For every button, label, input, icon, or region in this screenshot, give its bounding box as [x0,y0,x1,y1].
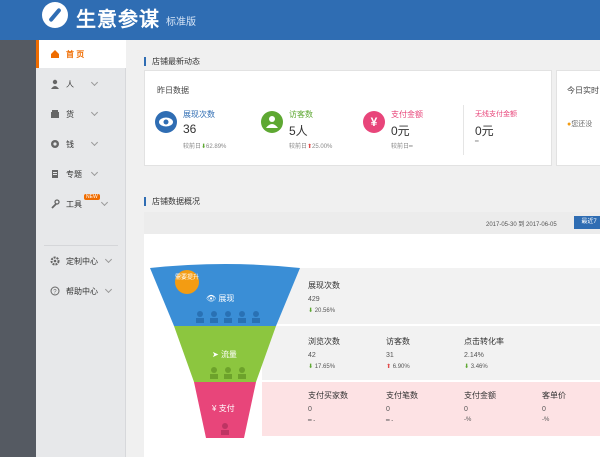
app-title: 生意参谋 [76,9,160,31]
chevron-down-icon [90,138,99,147]
help-icon: ? [50,286,60,296]
sidebar-item-label: 帮助中心 [66,286,98,296]
recent-days-button[interactable]: 最近7 [574,216,600,229]
chevron-down-icon [90,108,99,117]
sidebar-item-label: 货 [66,109,74,119]
metric-payment-orders: 支付笔数 0 ━ - [386,391,418,424]
box-icon [50,109,60,119]
person-icon [261,111,283,133]
stat-value: 0元 [475,124,494,138]
stat-compare: 较前日━ [391,144,413,150]
sidebar-item-goods[interactable]: 货 [36,100,126,128]
stat-label: 支付金额 [391,110,423,119]
sidebar-item-home[interactable]: 首 页 [36,40,126,68]
stat-compare: 较前日⬇62.89% [183,144,227,150]
band-payment: 支付买家数 0 ━ - 支付笔数 0 ━ - 支付金额 0 -% 客单价 0 -… [262,382,600,436]
sidebar-item-topics[interactable]: 专题 [36,160,126,188]
stat-divider [463,105,464,155]
band-traffic: 浏览次数 42 ⬇ 17.65% 访客数 31 ⬆ 6.90% 点击转化率 2.… [262,326,600,380]
funnel-label-traffic: ➤ 流量 [212,350,237,359]
yesterday-card: 昨日数据 展现次数 36 较前日⬇62.89% 访客数 5人 较前日⬆25.00… [144,70,552,166]
left-rail [0,40,36,457]
sidebar-item-tools[interactable]: 工具 NEW [36,190,126,218]
wrench-icon [50,199,60,209]
gear-icon [50,256,60,266]
new-badge: NEW [84,194,100,200]
metric-impressions: 展现次数 429 ⬇ 20.56% [308,281,340,314]
stat-compare: ━ [475,139,479,145]
sidebar-item-money[interactable]: 钱 [36,130,126,158]
app-edition: 标准版 [166,17,196,28]
funnel-label-payment: ¥ 支付 [212,404,235,413]
sidebar: 首 页 人 货 钱 专题 工具 NEW 定制中心 ? 帮助中心 [36,40,126,457]
stat-compare: 较前日⬆25.00% [289,144,333,150]
eye-icon [155,111,177,133]
top-bar: 生意参谋 标准版 [0,0,600,40]
cursor-icon: ➤ [212,350,219,359]
chevron-down-icon [90,168,99,177]
yen-icon: ¥ [363,111,385,133]
needs-improvement-badge[interactable]: 需要提升 [175,270,199,294]
chevron-down-icon [100,198,109,207]
metric-click-conversion: 点击转化率 2.14% ⬇ 3.46% [464,337,504,370]
home-icon [50,49,60,59]
yen-icon: ¥ [212,404,217,413]
eye-icon: 👁 [206,294,217,303]
coin-icon [50,139,60,149]
sidebar-item-label: 钱 [66,139,74,149]
stat-label: 展现次数 [183,110,215,119]
document-icon [50,169,60,179]
metric-paying-buyers: 支付买家数 0 ━ - [308,391,348,424]
chevron-down-icon [104,285,113,294]
date-range-picker[interactable]: 2017-05-30 到 2017-06-05 [486,219,557,228]
sidebar-item-label: 定制中心 [66,256,98,266]
sidebar-item-custom-center[interactable]: 定制中心 [36,247,126,275]
sidebar-item-label: 工具 [66,199,82,209]
stat-value: 5人 [289,124,308,138]
funnel-label-impressions: 👁 展现 [206,294,235,303]
section-title-realtime: 店铺最新动态 [144,57,200,66]
section-title-overview: 店铺数据概况 [144,197,200,206]
sidebar-item-label: 首 页 [66,49,85,59]
compass-logo-icon [42,2,68,28]
sidebar-item-label: 人 [66,79,74,89]
metric-page-views: 浏览次数 42 ⬇ 17.65% [308,337,340,370]
user-icon [50,79,60,89]
chevron-down-icon [90,78,99,87]
date-bar: 2017-05-30 到 2017-06-05 最近7 [144,212,600,234]
sidebar-item-label: 专题 [66,169,82,179]
band-impressions: 展现次数 429 ⬇ 20.56% [262,268,600,324]
notice-text: ●您还没 [567,121,593,128]
stat-value: 0元 [391,124,410,138]
metric-avg-order-value: 客单价 0 -% [542,391,566,423]
metric-visitors: 访客数 31 ⬆ 6.90% [386,337,410,370]
metric-payment-amount: 支付金额 0 -% [464,391,496,423]
sidebar-item-people[interactable]: 人 [36,70,126,98]
sidebar-divider [44,245,118,246]
today-realtime-card: 今日实时 ●您还没 [556,70,600,166]
card-title: 今日实时 [567,86,599,95]
sidebar-item-help-center[interactable]: ? 帮助中心 [36,277,126,305]
stat-label: 无线支付金额 [475,111,517,118]
chevron-down-icon [104,255,113,264]
card-title: 昨日数据 [157,86,189,95]
stat-value: 36 [183,122,197,136]
stat-label: 访客数 [289,110,313,119]
